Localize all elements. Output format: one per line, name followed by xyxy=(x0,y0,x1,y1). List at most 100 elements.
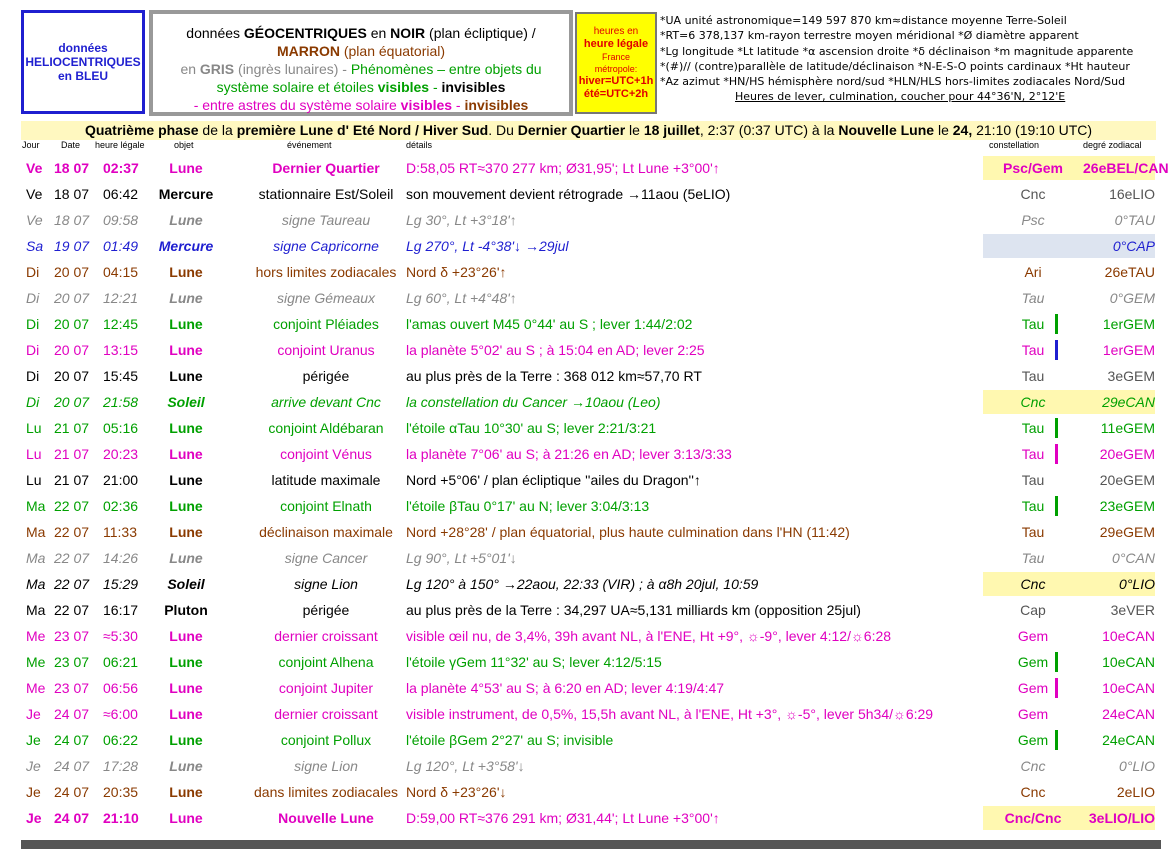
phase-text: 18 juillet xyxy=(643,122,700,138)
cell-day: Me xyxy=(26,654,46,670)
cell-time: 06:21 xyxy=(103,654,139,670)
cell-date: 22 07 xyxy=(54,524,90,540)
cell-date: 24 07 xyxy=(54,784,90,800)
geo-text: - entre astres du système solaire xyxy=(193,97,401,113)
cell-details: l'amas ouvert M45 0°44' au S ; lever 1:4… xyxy=(406,316,693,332)
cell-day: Me xyxy=(26,628,46,644)
cell-day: Ma xyxy=(26,602,46,618)
table-row: Ma 22 07 16:17 Pluton périgée au plus près de… xyxy=(21,597,1161,623)
cell-time: 12:21 xyxy=(103,290,139,306)
col-header-details: détails xyxy=(406,140,433,150)
cell-details: l'étoile αTau 10°30' au S; lever 2:21/3:… xyxy=(406,420,657,436)
cell-date: 24 07 xyxy=(54,758,90,774)
cell-degree: 3eLIO/LIO xyxy=(1088,810,1155,826)
hours-text: heure légale xyxy=(583,38,649,50)
cell-details: Lg 90°, Lt +5°01'↓ xyxy=(406,550,517,566)
geo-text: invisibles xyxy=(464,97,529,113)
conjunction-marker xyxy=(1055,340,1058,360)
cell-time: 15:45 xyxy=(103,368,139,384)
table-row: Di 20 07 04:15 Lune hors limites zodiacales N… xyxy=(21,259,1161,285)
cell-constellation: Tau xyxy=(1021,290,1045,306)
geo-text: Phénomènes xyxy=(350,61,434,77)
cell-details: Lg 60°, Lt +4°48'↑ xyxy=(406,290,517,306)
cell-degree: 29eGEM xyxy=(1099,524,1155,540)
cell-day: Di xyxy=(26,394,40,410)
cell-time: 06:42 xyxy=(103,186,139,202)
cell-time: 14:26 xyxy=(103,550,139,566)
conjunction-marker xyxy=(1055,496,1058,516)
cell-constellation: Tau xyxy=(1021,498,1045,514)
conjunction-marker xyxy=(1055,314,1058,334)
cell-degree: 10eCAN xyxy=(1102,654,1155,670)
cell-details: visible œil nu, de 3,4%, 39h avant NL, à… xyxy=(406,628,892,644)
cell-date: 22 07 xyxy=(54,576,90,592)
cell-date: 18 07 xyxy=(54,212,90,228)
cell-degree: 0°CAN xyxy=(1112,550,1155,566)
conjunction-marker xyxy=(1055,418,1058,438)
table-row: Di 20 07 13:15 Lune conjoint Uranus la planèt… xyxy=(21,337,1161,363)
cell-constellation: Cap xyxy=(1020,602,1046,618)
table-row: Ma 22 07 15:29 Soleil signe Lion Lg 120° à 15… xyxy=(21,571,1161,597)
cell-constellation: Tau xyxy=(1021,368,1045,384)
cell-time: 16:17 xyxy=(103,602,139,618)
helio-legend-box: données HELIOCENTRIQUES en BLEU xyxy=(21,10,145,114)
table-row: Lu 21 07 20:23 Lune conjoint Vénus la planète… xyxy=(21,441,1161,467)
cell-details: D:59,00 RT≈376 291 km; Ø31,44'; Lt Lune … xyxy=(406,810,720,826)
col-header-constellation: constellation xyxy=(989,140,1040,150)
col-header-date: Date xyxy=(61,140,81,150)
cell-degree: 2eLIO xyxy=(1116,784,1155,800)
conjunction-marker xyxy=(1055,730,1058,750)
cell-constellation: Tau xyxy=(1021,342,1045,358)
cell-date: 24 07 xyxy=(54,706,90,722)
hours-legend-box: heures en heure légale France métropole:… xyxy=(575,12,657,114)
conjunction-marker xyxy=(1055,678,1058,698)
cell-details: Nord δ +23°26'↓ xyxy=(406,784,507,800)
cell-constellation: Cnc/Cnc xyxy=(1004,810,1062,826)
cell-details: Lg 30°, Lt +3°18'↑ xyxy=(406,212,517,228)
cell-degree: 23eGEM xyxy=(1099,498,1155,514)
cell-time: 21:58 xyxy=(103,394,139,410)
cell-details: Lg 120°, Lt +3°58'↓ xyxy=(406,758,525,774)
table-row: Je 24 07 17:28 Lune signe Lion Lg 120°, Lt +3… xyxy=(21,753,1161,779)
geo-text: visibles xyxy=(377,79,430,95)
cell-time: 05:16 xyxy=(103,420,139,436)
phase-text: . Du xyxy=(488,122,518,138)
col-header-evenement: événement xyxy=(287,140,332,150)
cell-details: au plus près de la Terre : 368 012 km≈57… xyxy=(406,368,702,384)
table-row: Ma 22 07 02:36 Lune conjoint Elnath l'étoile … xyxy=(21,493,1161,519)
phase-text: de la xyxy=(198,122,237,138)
geo-text: (plan écliptique) / xyxy=(425,25,536,41)
geo-text: MARRON xyxy=(276,43,340,59)
cell-time: 15:29 xyxy=(103,576,139,592)
geo-text: (plan équatorial) xyxy=(339,43,446,59)
cell-time: 06:22 xyxy=(103,732,139,748)
table-row: Je 24 07 06:22 Lune conjoint Pollux l'étoile … xyxy=(21,727,1161,753)
cell-day: Je xyxy=(26,706,41,722)
cell-date: 18 07 xyxy=(54,160,90,176)
table-row: Ve 18 07 06:42 Mercure stationnaire Est/Sole… xyxy=(21,181,1161,207)
cell-degree: 11eGEM xyxy=(1100,420,1155,436)
cell-degree: 26eTAU xyxy=(1104,264,1155,280)
phase-text: 21:10 (19:10 UTC) xyxy=(972,122,1093,138)
geo-text: invisibles xyxy=(441,79,506,95)
table-row: Di 20 07 21:58 Soleil arrive devant Cnc la co… xyxy=(21,389,1161,415)
cell-details: l'étoile βGem 2°27' au S; invisible xyxy=(406,732,614,748)
cell-date: 20 07 xyxy=(54,290,90,306)
cell-time: 20:35 xyxy=(103,784,139,800)
cell-date: 20 07 xyxy=(54,264,90,280)
cell-details: D:58,05 RT≈370 277 km; Ø31,95'; Lt Lune … xyxy=(406,160,720,176)
cell-day: Lu xyxy=(26,446,42,462)
geo-text: – entre objets du xyxy=(433,61,542,77)
cell-degree: 0°CAP xyxy=(1112,238,1155,254)
cell-date: 21 07 xyxy=(54,420,90,436)
cell-details: au plus près de la Terre : 34,297 UA≈5,1… xyxy=(406,602,861,618)
table-row: Je 24 07 20:35 Lune dans limites zodiacales N… xyxy=(21,779,1161,805)
hours-text: hiver=UTC+1h xyxy=(578,75,654,87)
header: données HELIOCENTRIQUES en BLEU données … xyxy=(0,0,1172,120)
hours-text: été=UTC+2h xyxy=(583,88,649,100)
table-row: Ma 22 07 14:26 Lune signe Cancer Lg 90°, Lt +… xyxy=(21,545,1161,571)
cell-day: Je xyxy=(26,732,41,748)
conjunction-marker xyxy=(1055,652,1058,672)
cell-details: la planète 4°53' au S; à 6:20 en AD; lev… xyxy=(406,680,725,696)
cell-degree: 3eGEM xyxy=(1107,368,1155,384)
